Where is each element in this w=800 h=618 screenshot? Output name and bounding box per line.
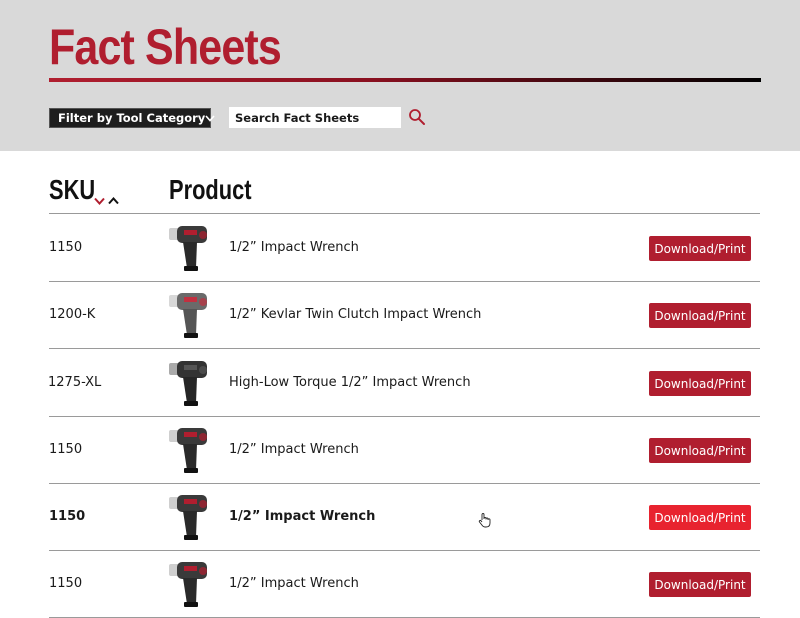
search-input[interactable]: [229, 107, 401, 128]
product-name[interactable]: 1/2” Kevlar Twin Clutch Impact Wrench: [229, 307, 481, 322]
sku-sort-controls: [94, 190, 119, 209]
sort-descending-icon[interactable]: [94, 190, 105, 209]
table-row: 1150 1/2” Impact Wrench Download/Print: [49, 551, 760, 618]
download-print-button[interactable]: Download/Print: [649, 438, 751, 463]
chevron-down-icon[interactable]: [205, 114, 215, 122]
title-underline: [49, 78, 761, 82]
table-row: 1150 1/2” Impact Wrench Download/Print: [49, 417, 760, 484]
sku-cell: 1150: [49, 509, 86, 524]
sku-cell: 1200-K: [49, 307, 96, 322]
sku-cell: 1150: [49, 576, 83, 591]
product-image: [169, 428, 207, 473]
column-header-sku[interactable]: SKU: [49, 172, 95, 208]
product-image: [169, 293, 207, 338]
tool-category-filter[interactable]: Filter by Tool Category: [49, 108, 215, 128]
table-row: 1150 1/2” Impact Wrench Download/Print: [49, 215, 760, 282]
column-header-product: Product: [169, 174, 252, 205]
search-icon[interactable]: [408, 108, 426, 126]
filter-label: Filter by Tool Category: [58, 111, 206, 125]
table-row: 1200-K 1/2” Kevlar Twin Clutch Impact Wr…: [49, 282, 760, 349]
download-print-button[interactable]: Download/Print: [649, 236, 751, 261]
product-name[interactable]: High-Low Torque 1/2” Impact Wrench: [229, 375, 471, 390]
table-row: 1150 1/2” Impact Wrench Download/Print: [49, 484, 760, 551]
download-print-button[interactable]: Download/Print: [649, 371, 751, 396]
sku-cell: 1275-XL: [48, 375, 102, 390]
product-name[interactable]: 1/2” Impact Wrench: [229, 442, 359, 457]
product-image: [169, 562, 207, 607]
download-print-button[interactable]: Download/Print: [649, 303, 751, 328]
header-divider: [49, 213, 760, 214]
sort-ascending-icon[interactable]: [108, 190, 119, 209]
sku-cell: 1150: [49, 240, 83, 255]
page-title: Fact Sheets: [49, 19, 282, 75]
product-image: [169, 226, 207, 271]
download-print-button[interactable]: Download/Print: [649, 572, 751, 597]
page-header: Fact Sheets Filter by Tool Category: [0, 0, 800, 151]
sku-cell: 1150: [49, 442, 83, 457]
hand-cursor-icon: [478, 513, 491, 528]
product-name[interactable]: 1/2” Impact Wrench: [229, 509, 375, 524]
product-image: [169, 361, 207, 406]
product-name[interactable]: 1/2” Impact Wrench: [229, 576, 359, 591]
product-name[interactable]: 1/2” Impact Wrench: [229, 240, 359, 255]
download-print-button[interactable]: Download/Print: [649, 505, 751, 530]
product-image: [169, 495, 207, 540]
table-row: 1275-XL High-Low Torque 1/2” Impact Wren…: [48, 350, 760, 417]
